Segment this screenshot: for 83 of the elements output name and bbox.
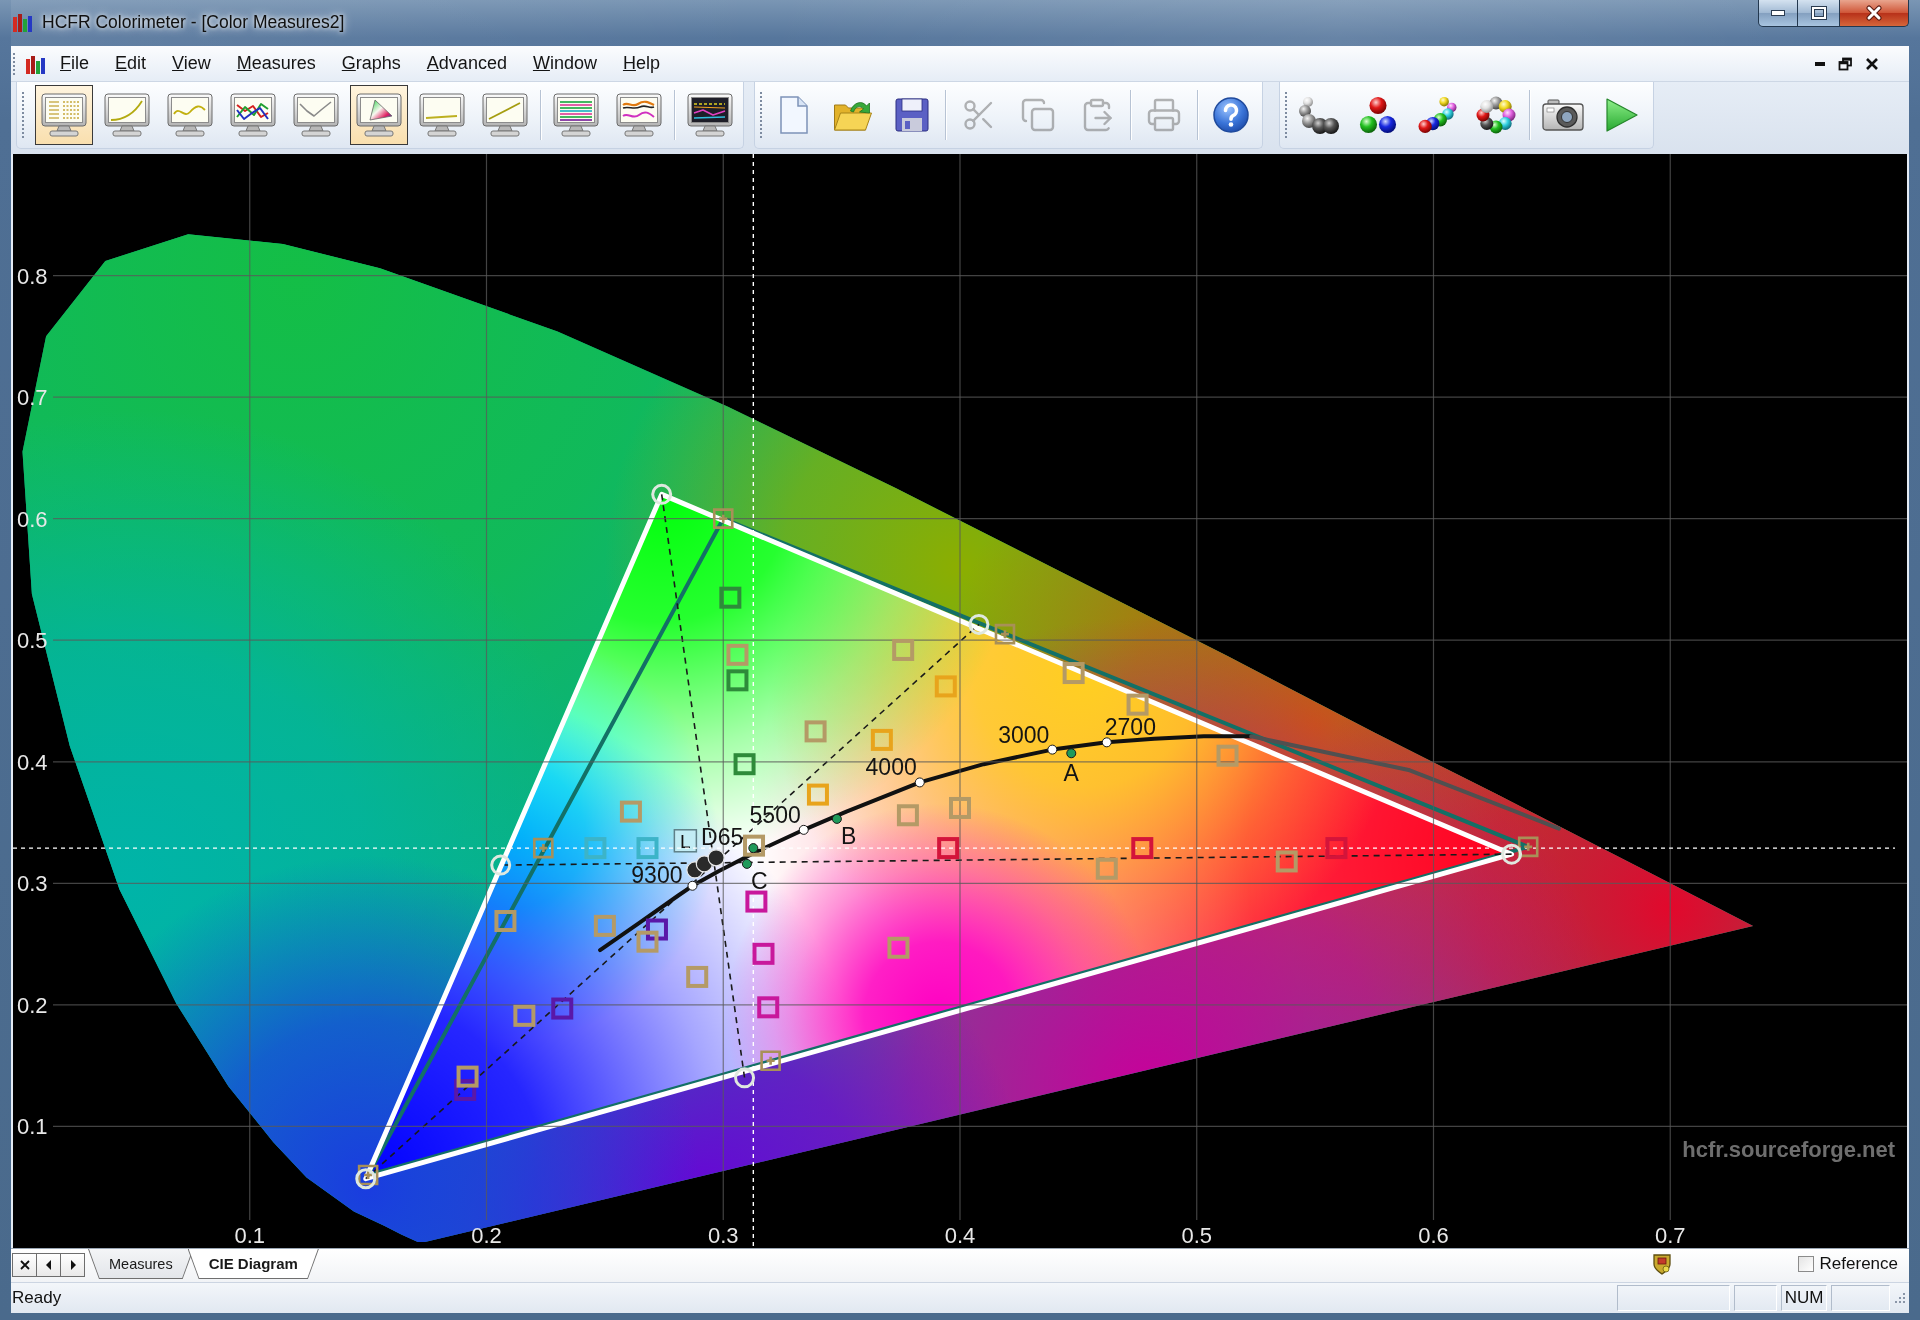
close-icon: [1866, 5, 1882, 21]
monitor-line-icon: [293, 93, 339, 137]
website-caption: hcfr.sourceforge.net: [1682, 1136, 1895, 1162]
view-button[interactable]: [35, 85, 93, 145]
axis-tick-label: 0.3: [707, 1223, 739, 1248]
letter-marker: L: [673, 829, 698, 853]
axis-tick-label: 0.2: [471, 1223, 502, 1248]
status-pane: NUM: [1781, 1285, 1827, 1311]
menu-item[interactable]: Measures: [223, 50, 329, 77]
status-text: Ready: [12, 1288, 62, 1308]
shield-icon: [1651, 1253, 1672, 1275]
axis-tick-label: 0.4: [944, 1223, 976, 1248]
sphere-ring-icon: [1476, 96, 1516, 134]
play-icon: [1606, 98, 1638, 132]
chart-label: 5500: [749, 801, 801, 828]
axis-tick-label: 0.1: [234, 1223, 266, 1248]
close-icon[interactable]: [1865, 56, 1879, 71]
bar-chart-icon: [12, 11, 34, 33]
chart-label: B: [840, 822, 857, 849]
monitor-waves-icon: [616, 93, 662, 137]
tab-scroll-button[interactable]: [60, 1253, 85, 1277]
minimize-icon: [1771, 10, 1785, 16]
restore-icon[interactable]: [1838, 56, 1852, 71]
help-icon: [1213, 97, 1249, 133]
chart-label: D65: [701, 824, 744, 851]
menu-item[interactable]: Help: [609, 50, 673, 77]
chart-label: 3000: [998, 721, 1050, 748]
minimize-button[interactable]: [1758, 0, 1798, 27]
printer-icon: [1146, 97, 1182, 133]
grip-icon[interactable]: [12, 51, 16, 76]
monitor-diagonal-icon: [482, 93, 528, 137]
view-button[interactable]: [350, 85, 408, 145]
axis-tick-label: 0.8: [17, 263, 48, 289]
chart-label: 9300: [631, 861, 683, 888]
menu-item[interactable]: File: [47, 50, 102, 77]
axis-tick-label: 0.4: [17, 749, 48, 775]
grip-icon[interactable]: [759, 91, 763, 139]
axis-tick-label: 0.6: [1418, 1223, 1449, 1248]
status-pane: [1831, 1285, 1890, 1311]
close-button[interactable]: [1839, 0, 1909, 27]
sphere-chain-icon: [1298, 96, 1340, 134]
menu-item[interactable]: Graphs: [328, 50, 414, 77]
three-spheres-icon: [1358, 96, 1398, 134]
monitor-three-lines-icon: [230, 93, 276, 137]
reference-checkbox[interactable]: [1797, 1256, 1814, 1272]
chart-label: 2700: [1104, 714, 1156, 741]
monitor-wave-icon: [167, 93, 213, 137]
minimize-icon[interactable]: [1815, 61, 1825, 66]
menu-item[interactable]: Edit: [102, 50, 160, 77]
monitor-dark-chart-icon: [687, 93, 733, 137]
resize-grip-icon[interactable]: [1894, 1292, 1906, 1304]
chart-label: C: [750, 867, 768, 894]
monitor-triangle-icon: [356, 93, 402, 137]
checkbox-label: Reference: [1819, 1254, 1898, 1274]
status-pane: [1734, 1285, 1777, 1311]
window-title: HCFR Colorimeter - [Color Measures2]: [42, 11, 345, 33]
tab-scroll-button[interactable]: [36, 1253, 61, 1277]
sheet-tab[interactable]: CIE Diagram: [187, 1249, 319, 1279]
grip-icon[interactable]: [1284, 91, 1288, 139]
monitor-table-icon: [41, 93, 87, 137]
sphere-arc-icon: [1416, 96, 1458, 134]
menu-item[interactable]: Window: [519, 50, 610, 77]
new-document-icon: [779, 96, 809, 134]
axis-tick-label: 0.2: [17, 992, 48, 1018]
axis-tick-label: 0.3: [17, 871, 48, 897]
copy-icon: [1020, 97, 1056, 133]
monitor-flat-line-icon: [419, 93, 465, 137]
axis-tick-label: 0.1: [17, 1114, 48, 1140]
chart-label: A: [1063, 760, 1079, 787]
menu-item[interactable]: View: [159, 50, 224, 77]
maximize-button[interactable]: [1797, 0, 1840, 27]
monitor-curve-icon: [104, 93, 150, 137]
axis-tick-label: 0.5: [1181, 1223, 1213, 1248]
grip-icon[interactable]: [21, 91, 25, 139]
close-icon: [17, 1258, 32, 1272]
chart-label: 4000: [865, 754, 917, 781]
menu-item[interactable]: Advanced: [413, 50, 520, 77]
axis-tick-label: 0.7: [1654, 1223, 1686, 1248]
open-folder-icon: [833, 99, 873, 131]
monitor-stripes-icon: [553, 93, 599, 137]
maximize-icon: [1810, 6, 1827, 20]
camera-icon: [1542, 99, 1584, 131]
tab-scroll-button[interactable]: [12, 1253, 37, 1277]
